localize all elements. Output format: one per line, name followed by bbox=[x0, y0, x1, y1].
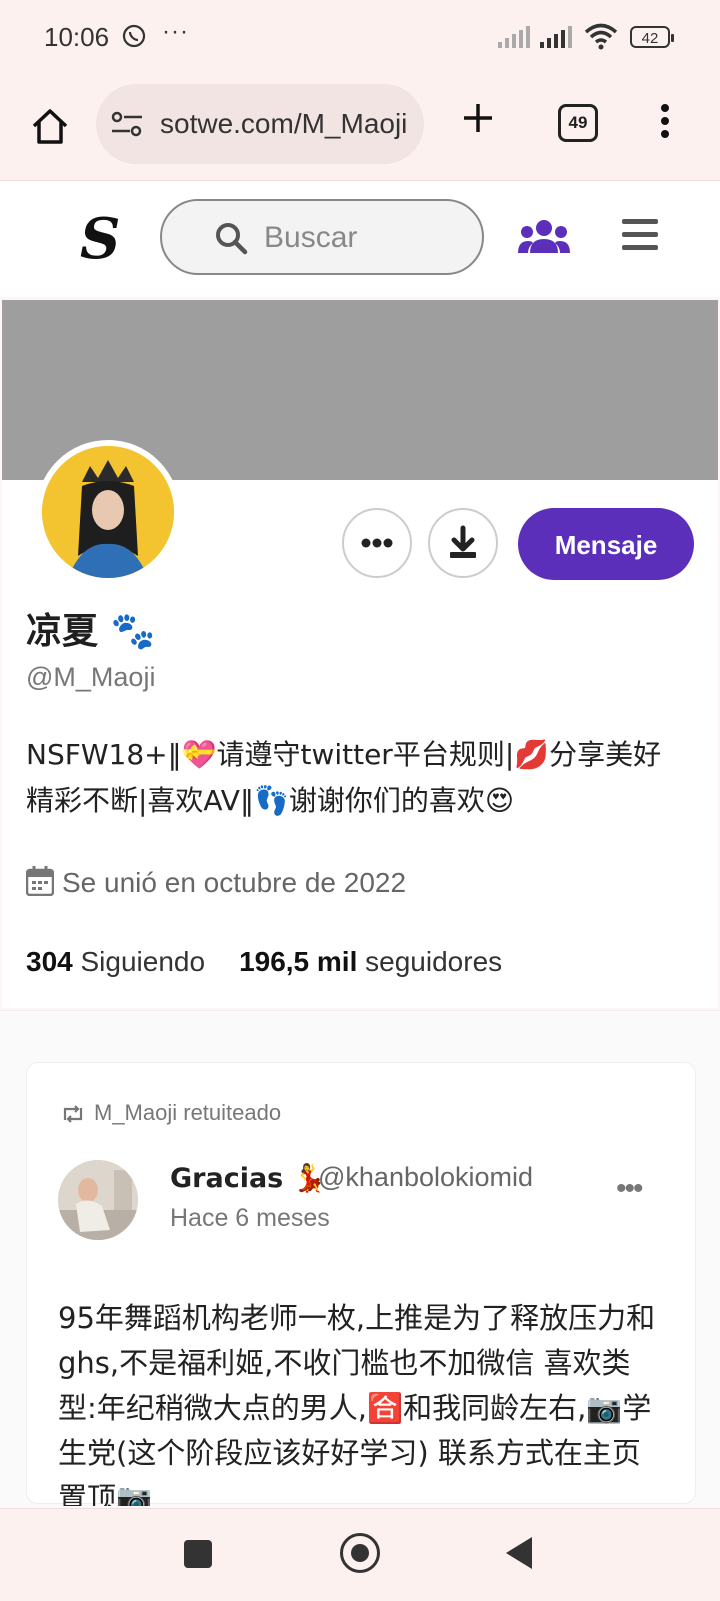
status-time: 10:06 bbox=[44, 22, 110, 52]
back-button[interactable] bbox=[506, 1537, 532, 1569]
browser-toolbar: sotwe.com/M_Maoji 49 bbox=[0, 78, 720, 180]
tweet-text: 95年舞蹈机构老师一枚,上推是为了释放压力和ghs,不是福利姬,不收门槛也不加微… bbox=[58, 1301, 656, 1506]
more-options-button[interactable] bbox=[342, 508, 412, 578]
system-nav-bar bbox=[0, 1508, 720, 1601]
author-photo bbox=[58, 1160, 138, 1240]
download-button[interactable] bbox=[428, 508, 498, 578]
profile-handle: @M_Maoji bbox=[26, 662, 156, 692]
profile-bio: NSFW18+‖💝请遵守twitter平台规则|💋分享美好精彩不断|喜欢AV‖👣… bbox=[26, 738, 662, 817]
tweet-more-icon[interactable]: ••• bbox=[616, 1172, 643, 1206]
retweet-label: M_Maoji retuiteado bbox=[94, 1100, 282, 1125]
join-date-text: Se unió en octubre de 2022 bbox=[62, 867, 407, 898]
recents-button[interactable] bbox=[184, 1540, 212, 1568]
home-button[interactable] bbox=[340, 1533, 380, 1573]
url-text[interactable]: sotwe.com/M_Maoji bbox=[160, 108, 410, 140]
profile-name: 凉夏 🐾 bbox=[26, 611, 156, 652]
retweet-icon bbox=[63, 1105, 83, 1123]
status-more-icon: ··· bbox=[162, 18, 189, 45]
wifi-icon bbox=[584, 23, 618, 50]
more-horiz-icon bbox=[361, 538, 393, 548]
site-settings-icon[interactable] bbox=[110, 110, 144, 138]
search-input[interactable] bbox=[262, 215, 466, 261]
search-box[interactable] bbox=[160, 199, 484, 275]
tweet-author-avatar[interactable] bbox=[58, 1160, 138, 1240]
following-link[interactable]: 304 Siguiendo bbox=[26, 946, 205, 977]
search-icon bbox=[216, 223, 248, 255]
more-vert-icon[interactable] bbox=[660, 104, 670, 138]
calendar-icon bbox=[26, 866, 54, 896]
followers-count: 196,5 mil bbox=[239, 946, 358, 977]
retweet-indicator: M_Maoji retuiteado bbox=[60, 1100, 281, 1126]
status-bar: 10:06 ··· 42 bbox=[0, 0, 720, 78]
followers-link[interactable]: 196,5 mil seguidores bbox=[239, 946, 502, 977]
battery-icon: 42 bbox=[630, 26, 674, 48]
followers-label: seguidores bbox=[365, 946, 503, 977]
whatsapp-icon bbox=[122, 24, 146, 48]
profile-stats: 304 Siguiendo 196,5 mil seguidores bbox=[26, 946, 502, 978]
join-date: Se unió en octubre de 2022 bbox=[26, 866, 406, 899]
signal-icon bbox=[498, 26, 530, 48]
following-count: 304 bbox=[26, 946, 73, 977]
tweet-author-handle[interactable]: @khanbolokiomid bbox=[318, 1162, 533, 1193]
message-button[interactable]: Mensaje bbox=[518, 508, 694, 580]
signal-icon bbox=[540, 26, 572, 48]
menu-icon[interactable] bbox=[622, 219, 658, 251]
download-icon bbox=[450, 525, 476, 558]
new-tab-icon[interactable] bbox=[456, 96, 500, 140]
tweet-timestamp: Hace 6 meses bbox=[170, 1204, 330, 1232]
address-bar[interactable]: sotwe.com/M_Maoji bbox=[96, 84, 424, 164]
tweet-author-name[interactable]: Gracias 💃 bbox=[170, 1162, 326, 1194]
avatar-illustration bbox=[42, 446, 174, 578]
site-logo[interactable]: S bbox=[80, 209, 120, 269]
users-icon[interactable] bbox=[518, 219, 570, 255]
profile-avatar[interactable] bbox=[36, 440, 180, 584]
tab-switcher-button[interactable]: 49 bbox=[558, 104, 598, 142]
home-icon[interactable] bbox=[28, 104, 72, 148]
site-header: S bbox=[0, 180, 720, 297]
following-label: Siguiendo bbox=[80, 946, 206, 977]
